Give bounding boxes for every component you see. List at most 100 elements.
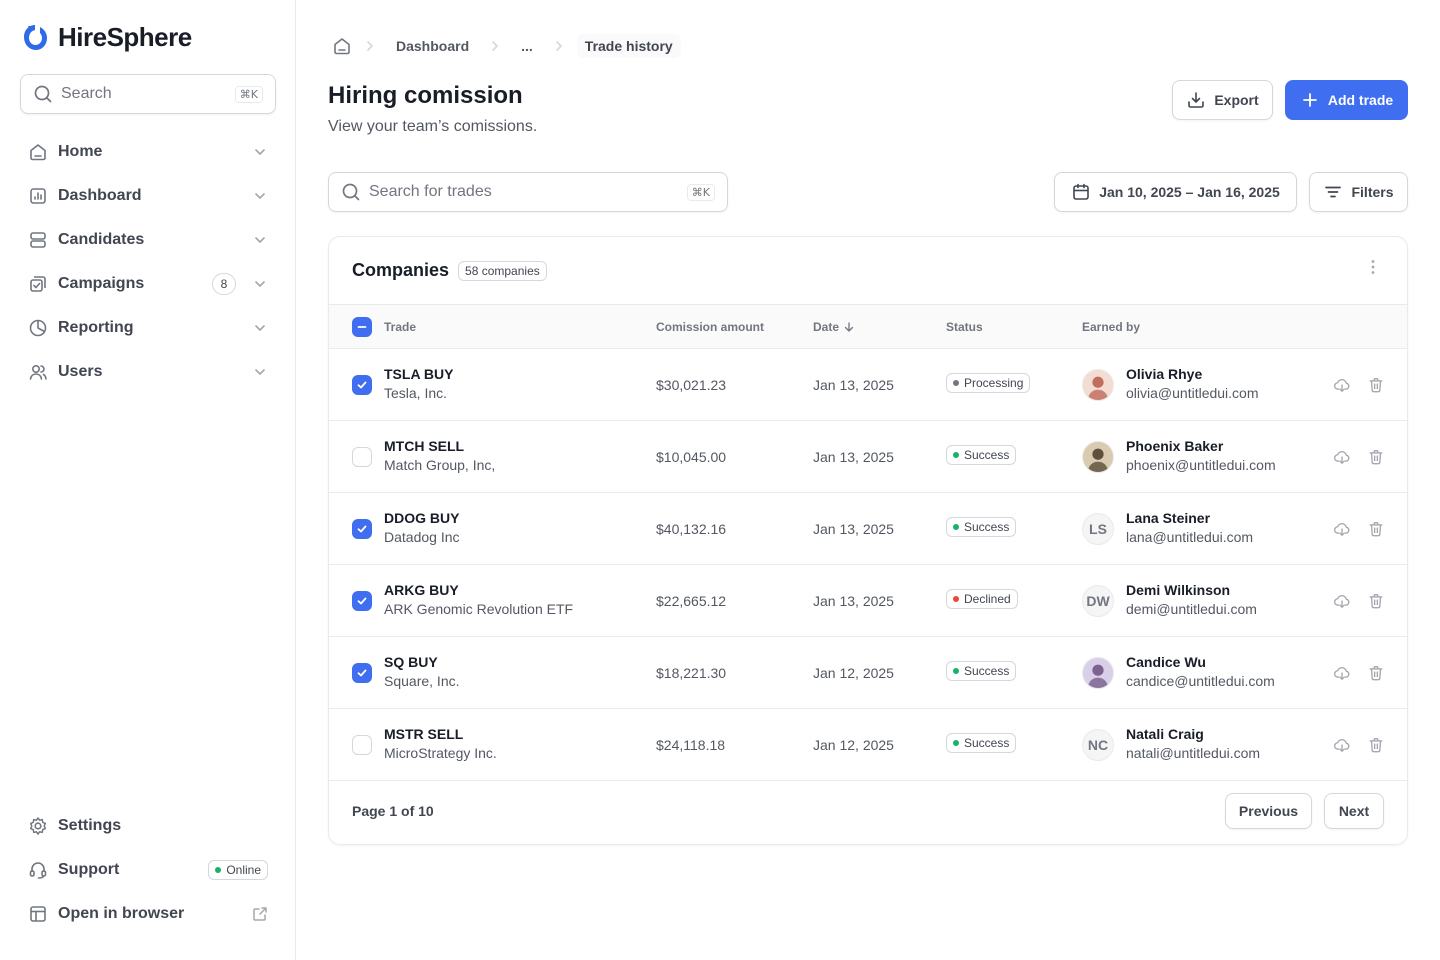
avatar-cell: LS xyxy=(1082,513,1114,545)
delete-row-button[interactable] xyxy=(1366,447,1386,467)
status-dot xyxy=(953,668,959,674)
status-dot xyxy=(953,740,959,746)
sidebar-item-support[interactable]: Support Online xyxy=(20,848,276,892)
download-row-button[interactable] xyxy=(1332,735,1352,755)
status-badge: Success xyxy=(946,661,1017,681)
download-row-button[interactable] xyxy=(1332,375,1352,395)
shortcut-hint: ⌘K xyxy=(234,85,263,103)
trade-cell: ARKG BUY ARK Genomic Revolution ETF xyxy=(384,582,573,617)
more-options-button[interactable] xyxy=(1363,257,1383,277)
page-indicator: Page 1 of 10 xyxy=(352,803,434,819)
sidebar-item-campaigns[interactable]: Campaigns 8 xyxy=(20,262,276,306)
sidebar-search-input[interactable]: Search ⌘K xyxy=(20,74,276,114)
row-checkbox[interactable] xyxy=(352,375,372,395)
sidebar-item-home[interactable]: Home xyxy=(20,130,276,174)
date-cell: Jan 13, 2025 xyxy=(813,377,894,393)
status-badge: Declined xyxy=(946,589,1018,609)
download-row-button[interactable] xyxy=(1332,663,1352,683)
download-row-button[interactable] xyxy=(1332,519,1352,539)
column-header-date[interactable]: Date xyxy=(813,320,855,334)
export-button-label: Export xyxy=(1214,92,1259,108)
shortcut-hint: ⌘K xyxy=(686,183,715,201)
table-row[interactable]: MSTR SELL MicroStrategy Inc. $24,118.18 … xyxy=(329,709,1407,781)
download-icon xyxy=(1188,92,1205,108)
plus-icon xyxy=(1302,93,1317,107)
status-dot xyxy=(953,452,959,458)
row-checkbox[interactable] xyxy=(352,663,372,683)
column-header-amount[interactable]: Comission amount xyxy=(656,320,764,334)
add-trade-button[interactable]: Add trade xyxy=(1285,80,1408,120)
amount-cell: $18,221.30 xyxy=(656,665,727,681)
chevron-down-icon xyxy=(255,281,265,287)
column-header-trade[interactable]: Trade xyxy=(384,320,416,334)
arrow-down-icon xyxy=(844,322,854,332)
table-row[interactable]: DDOG BUY Datadog Inc $40,132.16 Jan 13, … xyxy=(329,493,1407,565)
amount-cell: $22,665.12 xyxy=(656,593,727,609)
delete-row-button[interactable] xyxy=(1366,663,1386,683)
status-badge: Success xyxy=(946,733,1017,753)
sidebar-item-dashboard[interactable]: Dashboard xyxy=(20,174,276,218)
pie-chart-icon xyxy=(29,319,47,337)
status-badge: Success xyxy=(946,445,1017,465)
table-row[interactable]: TSLA BUY Tesla, Inc. $30,021.23 Jan 13, … xyxy=(329,349,1407,421)
select-all-checkbox[interactable] xyxy=(352,317,372,337)
trade-symbol: ARKG BUY xyxy=(384,582,459,598)
status-dot xyxy=(215,867,222,873)
search-icon xyxy=(342,183,360,201)
row-checkbox[interactable] xyxy=(352,447,372,467)
export-button[interactable]: Export xyxy=(1172,80,1273,120)
check-icon xyxy=(357,669,367,677)
trade-company: MicroStrategy Inc. xyxy=(384,745,497,761)
previous-page-button[interactable]: Previous xyxy=(1225,793,1312,829)
sidebar: HireSphere Search ⌘K Home Dashboard Cand… xyxy=(0,0,296,960)
table-header: Trade Comission amount Date Status Earne… xyxy=(329,305,1407,349)
sidebar-item-users[interactable]: Users xyxy=(20,350,276,394)
date-range-picker[interactable]: Jan 10, 2025 – Jan 16, 2025 xyxy=(1054,172,1297,212)
breadcrumb: Dashboard ... Trade history xyxy=(328,32,681,60)
pagination: Page 1 of 10 Previous Next xyxy=(329,781,1407,844)
layout-icon xyxy=(30,906,46,922)
table-row[interactable]: SQ BUY Square, Inc. $18,221.30 Jan 12, 2… xyxy=(329,637,1407,709)
sidebar-item-open-in-browser[interactable]: Open in browser xyxy=(20,892,276,936)
sidebar-item-reporting[interactable]: Reporting xyxy=(20,306,276,350)
amount-cell: $10,045.00 xyxy=(656,449,727,465)
status-label: Processing xyxy=(964,376,1024,390)
avatar-cell: DW xyxy=(1082,585,1114,617)
status-label: Success xyxy=(964,736,1010,750)
person-email: olivia@untitledui.com xyxy=(1126,385,1259,401)
column-header-date-label: Date xyxy=(813,320,840,334)
person-email: demi@untitledui.com xyxy=(1126,601,1257,617)
logo[interactable]: HireSphere xyxy=(20,22,192,53)
delete-row-button[interactable] xyxy=(1366,375,1386,395)
column-header-earned-by[interactable]: Earned by xyxy=(1082,320,1140,334)
table-row[interactable]: MTCH SELL Match Group, Inc, $10,045.00 J… xyxy=(329,421,1407,493)
row-checkbox[interactable] xyxy=(352,735,372,755)
delete-row-button[interactable] xyxy=(1366,591,1386,611)
breadcrumb-ellipsis[interactable]: ... xyxy=(513,34,541,58)
home-icon[interactable] xyxy=(332,36,352,56)
cloud-download-icon xyxy=(1334,379,1350,392)
status-label: Declined xyxy=(964,592,1011,606)
amount-cell: $24,118.18 xyxy=(656,737,726,753)
sidebar-item-label: Settings xyxy=(58,817,122,834)
external-link-icon xyxy=(253,907,267,921)
filters-button[interactable]: Filters xyxy=(1309,172,1408,212)
row-checkbox[interactable] xyxy=(352,591,372,611)
date-cell: Jan 12, 2025 xyxy=(813,737,894,753)
delete-row-button[interactable] xyxy=(1366,735,1386,755)
sidebar-item-label: Users xyxy=(58,363,103,380)
sidebar-item-settings[interactable]: Settings xyxy=(20,804,276,848)
sidebar-item-candidates[interactable]: Candidates xyxy=(20,218,276,262)
trade-search-input[interactable]: Search for trades ⌘K xyxy=(328,172,728,212)
download-row-button[interactable] xyxy=(1332,591,1352,611)
column-header-status[interactable]: Status xyxy=(946,320,983,334)
breadcrumb-dashboard[interactable]: Dashboard xyxy=(388,34,477,58)
row-checkbox[interactable] xyxy=(352,519,372,539)
table-row[interactable]: ARKG BUY ARK Genomic Revolution ETF $22,… xyxy=(329,565,1407,637)
status-dot xyxy=(953,380,959,386)
breadcrumb-trade-history[interactable]: Trade history xyxy=(576,34,681,58)
next-page-button[interactable]: Next xyxy=(1324,793,1384,829)
download-row-button[interactable] xyxy=(1332,447,1352,467)
status-label: Success xyxy=(964,664,1010,678)
delete-row-button[interactable] xyxy=(1366,519,1386,539)
